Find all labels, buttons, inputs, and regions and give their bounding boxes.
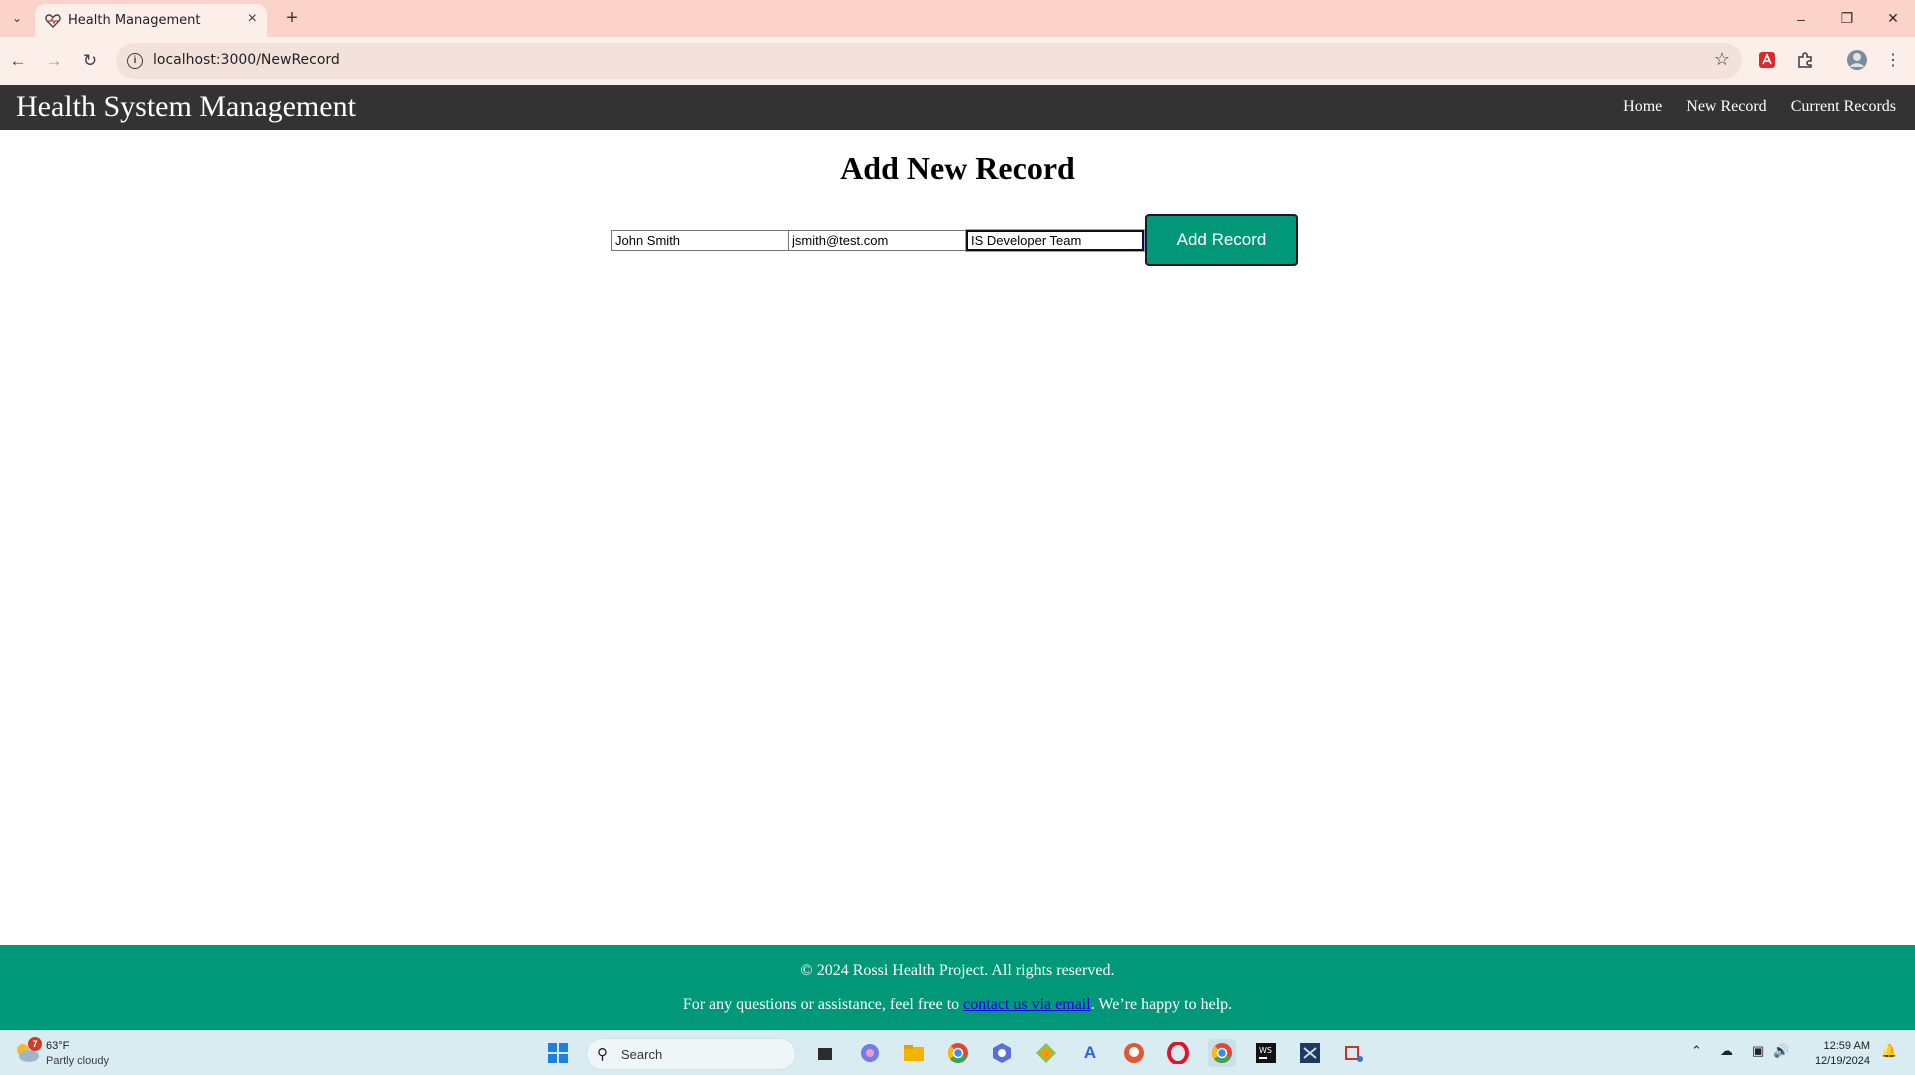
webstorm-icon[interactable]: WS	[1252, 1039, 1280, 1067]
task-view-icon[interactable]	[811, 1039, 839, 1067]
tab-title: Health Management	[68, 13, 201, 28]
name-input[interactable]	[611, 230, 789, 251]
window-close-icon[interactable]: ✕	[1870, 0, 1915, 37]
weather-temperature: 63°F	[46, 1040, 70, 1052]
team-input[interactable]	[965, 229, 1145, 252]
taskbar-search-label: Search	[621, 1047, 663, 1062]
app-nav: Home New Record Current Records	[1623, 98, 1896, 116]
taskbar-clock[interactable]: 12:59 AM 12/19/2024	[1800, 1039, 1870, 1069]
nav-link-new-record[interactable]: New Record	[1686, 98, 1766, 116]
svg-text:WS: WS	[1259, 1046, 1272, 1055]
nav-link-current-records[interactable]: Current Records	[1791, 98, 1896, 116]
weather-widget[interactable]: 7 63°F Partly cloudy	[14, 1037, 134, 1071]
duckduckgo-icon[interactable]	[1120, 1039, 1148, 1067]
browser-toolbar: ← → ↻ i localhost:3000/NewRecord ☆ ⋮	[0, 37, 1915, 85]
app-hex-icon[interactable]	[988, 1039, 1016, 1067]
footer-help-prefix: For any questions or assistance, feel fr…	[682, 996, 964, 1013]
footer-help-text: For any questions or assistance, feel fr…	[0, 996, 1915, 1014]
notification-bell-icon[interactable]: 🔔	[1881, 1043, 1897, 1059]
footer-help-suffix: . We’re happy to help.	[1090, 996, 1233, 1013]
site-info-icon[interactable]: i	[127, 53, 143, 69]
url-text[interactable]: localhost:3000/NewRecord	[153, 52, 340, 68]
email-input[interactable]	[788, 230, 966, 251]
tab-search-chevron-icon[interactable]: ⌄	[6, 7, 28, 29]
minimize-icon[interactable]: –	[1778, 0, 1824, 37]
taskbar-search[interactable]: ⚲ Search	[586, 1038, 796, 1070]
copilot-icon[interactable]	[856, 1039, 884, 1067]
clock-date: 12/19/2024	[1814, 1055, 1870, 1067]
add-record-button[interactable]: Add Record	[1145, 214, 1298, 266]
clock-time: 12:59 AM	[1823, 1040, 1870, 1052]
browser-tab-bar: ⌄ Health Management × + – ❐ ✕	[0, 0, 1915, 37]
weather-description: Partly cloudy	[46, 1055, 109, 1067]
tray-overflow-chevron-icon[interactable]: ⌃	[1691, 1043, 1702, 1059]
restore-icon[interactable]: ❐	[1824, 0, 1870, 37]
windows-taskbar: 7 63°F Partly cloudy ⚲ Search A WS ⌃ ☁ ▣…	[0, 1030, 1915, 1075]
chrome-active-icon[interactable]	[1208, 1039, 1236, 1067]
pdf-extension-icon[interactable]	[1756, 49, 1778, 71]
volume-icon[interactable]: 🔊	[1773, 1043, 1789, 1059]
network-icon[interactable]: ▣	[1752, 1043, 1764, 1059]
reload-icon[interactable]: ↻	[78, 49, 102, 73]
bookmark-star-icon[interactable]: ☆	[1714, 49, 1730, 70]
back-arrow-icon[interactable]: ←	[6, 49, 30, 73]
app-diamond-icon[interactable]	[1032, 1039, 1060, 1067]
contact-email-link[interactable]: contact us via email	[963, 996, 1091, 1013]
footer-copyright: © 2024 Rossi Health Project. All rights …	[800, 962, 1115, 979]
nav-link-home[interactable]: Home	[1623, 98, 1662, 116]
heart-pulse-favicon-icon	[45, 14, 61, 28]
new-tab-plus-icon[interactable]: +	[278, 4, 306, 32]
tab-close-icon[interactable]: ×	[248, 10, 257, 28]
profile-avatar[interactable]	[1846, 49, 1868, 71]
app-header: Health System Management Home New Record…	[0, 85, 1915, 130]
search-icon: ⚲	[597, 1046, 608, 1063]
opera-icon[interactable]	[1164, 1039, 1192, 1067]
browser-tab-active[interactable]: Health Management ×	[35, 4, 267, 37]
browser-menu-kebab-icon[interactable]: ⋮	[1882, 49, 1904, 71]
forward-arrow-icon[interactable]: →	[42, 49, 66, 73]
page-footer: © 2024 Rossi Health Project. All rights …	[0, 945, 1915, 1030]
chrome-icon[interactable]	[944, 1039, 972, 1067]
visual-studio-icon[interactable]	[1296, 1039, 1324, 1067]
start-windows-icon[interactable]	[544, 1039, 572, 1067]
extensions-puzzle-icon[interactable]	[1794, 49, 1816, 71]
page-title: Add New Record	[840, 150, 1075, 186]
app-title: Health System Management	[16, 90, 356, 123]
onedrive-offline-icon[interactable]: ☁	[1720, 1043, 1733, 1059]
address-bar[interactable]: i localhost:3000/NewRecord ☆	[116, 43, 1742, 79]
snipping-tool-icon[interactable]	[1340, 1039, 1368, 1067]
file-explorer-icon[interactable]	[900, 1039, 928, 1067]
weather-alert-badge: 7	[28, 1037, 42, 1051]
store-a-icon[interactable]: A	[1076, 1039, 1104, 1067]
